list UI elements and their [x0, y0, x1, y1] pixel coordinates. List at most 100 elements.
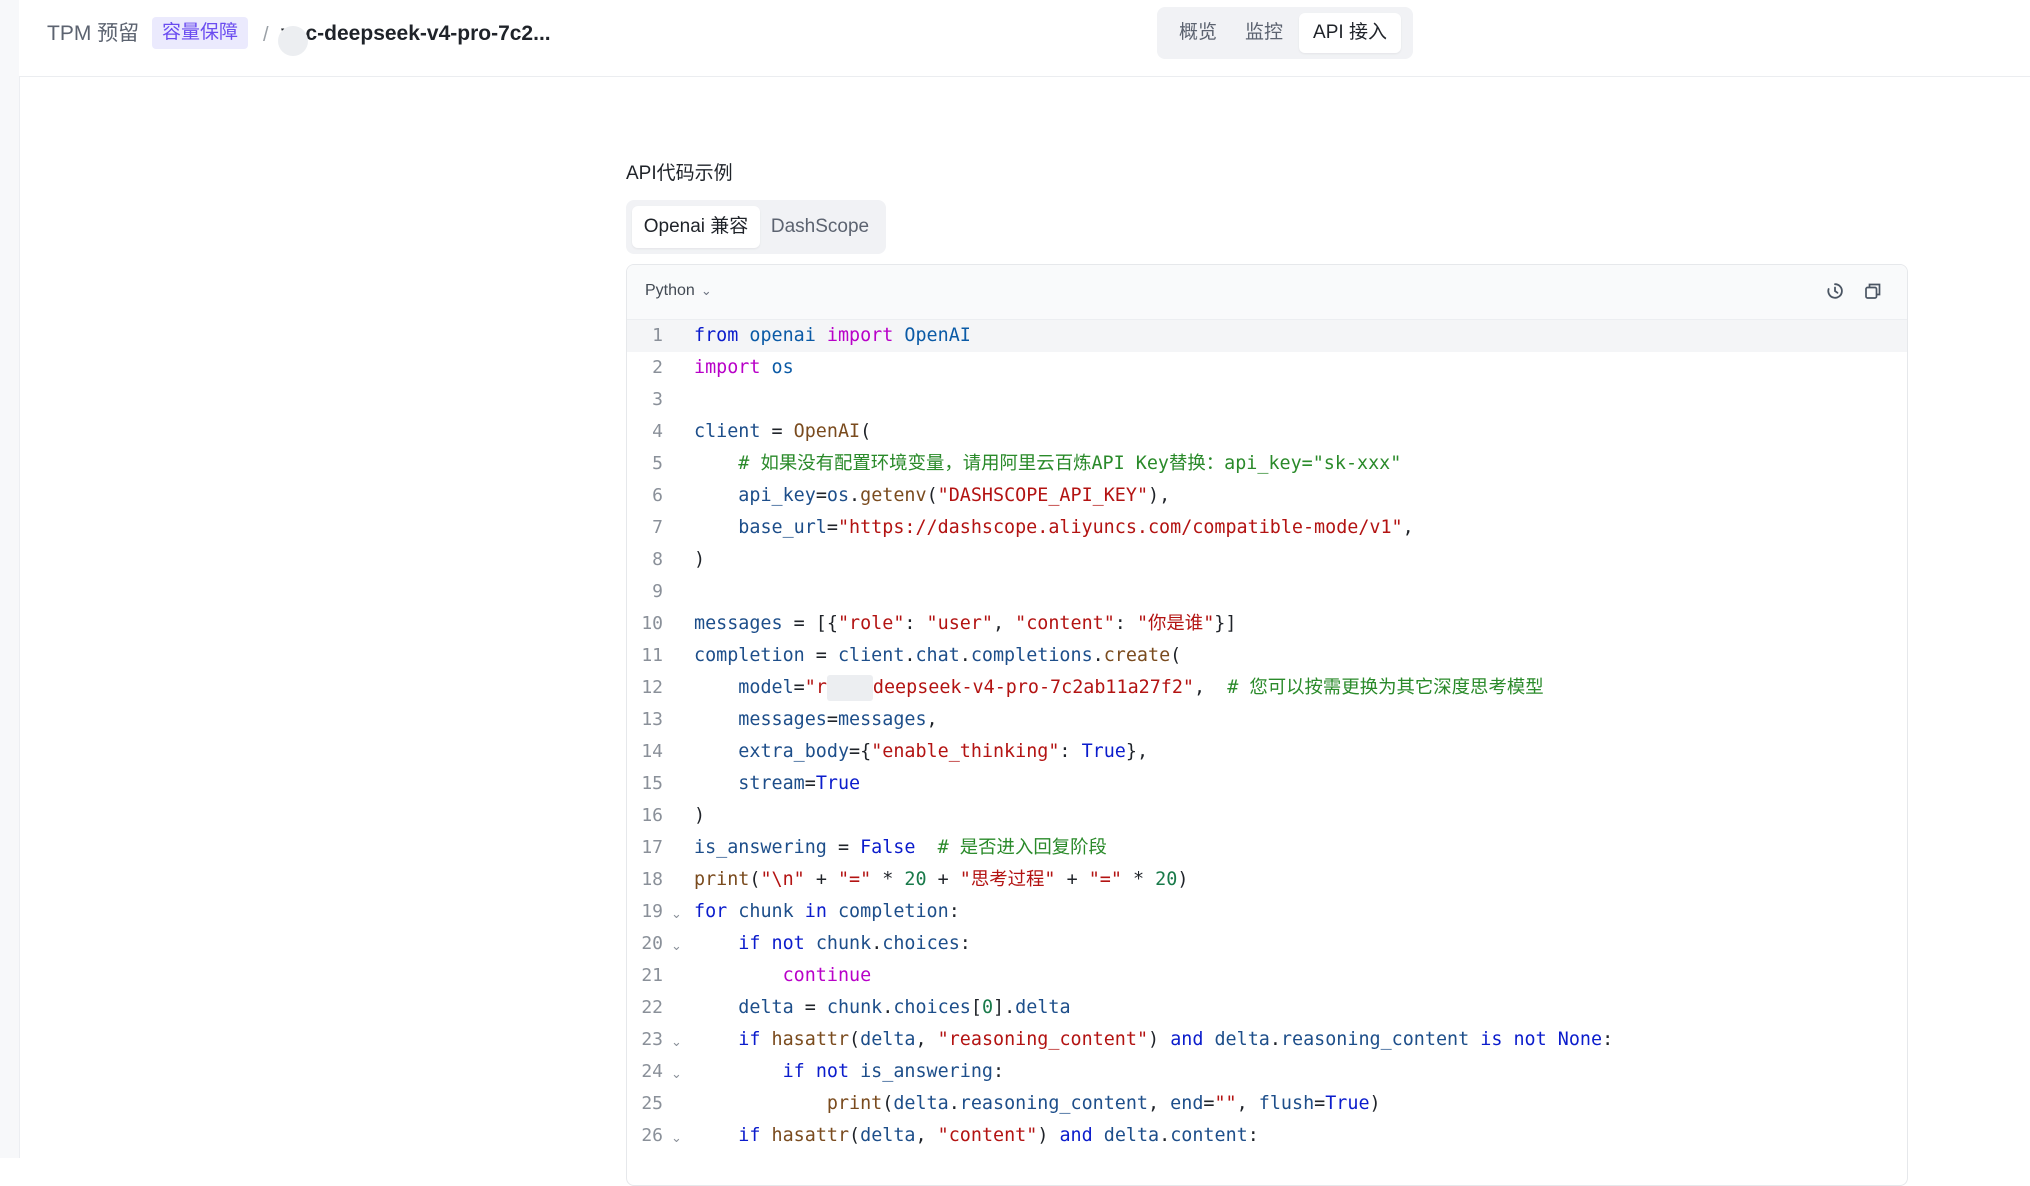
code-token: delta: [860, 1125, 916, 1146]
code-text: extra_body={"enable_thinking": True},: [694, 736, 1148, 768]
code-token: .: [904, 645, 916, 666]
code-text: messages=messages,: [694, 704, 937, 736]
code-token: +: [804, 869, 838, 890]
code-token: =: [793, 677, 805, 698]
code-token: (: [882, 1093, 894, 1114]
code-token: .: [1092, 645, 1104, 666]
line-number: 20: [641, 933, 663, 954]
line-number: 13: [641, 709, 663, 730]
code-token: .: [871, 933, 883, 954]
language-select[interactable]: Python ⌄: [645, 279, 712, 303]
code-token: (: [1170, 645, 1182, 666]
page-tabs: 概览 监控 API 接入: [1157, 7, 1413, 59]
code-token: .: [882, 997, 894, 1018]
code-line: 26 ⌄ if hasattr(delta, "content") and del…: [627, 1120, 1907, 1152]
code-token: ={: [849, 741, 872, 762]
line-number: 8: [652, 549, 663, 570]
line-number: 4: [652, 421, 663, 442]
code-token: completion: [837, 901, 949, 922]
fold-chevron-icon[interactable]: ⌄: [671, 928, 682, 960]
code-token: True: [815, 773, 861, 794]
code-line: 23 ⌄ if hasattr(delta, "reasoning_content…: [627, 1024, 1907, 1056]
code-editor[interactable]: 1 from openai import OpenAI 2 import os 3 4 cl…: [627, 320, 1907, 1185]
code-token: # 是否进入回复阶段: [937, 837, 1107, 858]
code-token: chunk: [826, 997, 883, 1018]
code-token: (: [749, 869, 761, 890]
line-number: 16: [641, 805, 663, 826]
code-line: 2 import os: [627, 352, 1907, 384]
code-text: ): [694, 544, 705, 576]
code-token: chat: [915, 645, 960, 666]
code-token: and: [1170, 1029, 1204, 1050]
code-token: ,: [915, 1125, 938, 1146]
code-token: ,: [1236, 1093, 1259, 1114]
code-token: chunk: [815, 933, 872, 954]
left-rail: [0, 0, 20, 1158]
code-line: 1 from openai import OpenAI: [627, 320, 1907, 352]
fold-chevron-icon[interactable]: ⌄: [671, 1120, 682, 1152]
code-token: OpenAI: [904, 325, 971, 346]
line-number: 12: [641, 677, 663, 698]
breadcrumb-current[interactable]: v -c-deepseek-v4-pro-7c2...: [281, 20, 551, 48]
code-text: if hasattr(delta, "reasoning_content") a…: [694, 1024, 1613, 1056]
redaction-mask: [278, 26, 308, 56]
tab-dashscope[interactable]: DashScope: [760, 206, 880, 248]
code-header: Python ⌄: [627, 265, 1907, 320]
code-line: 20 ⌄ if not chunk.choices:: [627, 928, 1907, 960]
tab-monitoring[interactable]: 监控: [1233, 13, 1295, 53]
copy-icon[interactable]: [1863, 281, 1883, 301]
code-token: content: [1170, 1125, 1248, 1146]
code-card: Python ⌄ 1 from openai import OpenAI 2 impor…: [626, 264, 1908, 1186]
code-token: .: [1159, 1125, 1171, 1146]
code-token: client: [694, 421, 761, 442]
code-token: end: [1170, 1093, 1204, 1114]
code-token: True: [1081, 741, 1126, 762]
line-number: 11: [641, 645, 663, 666]
code-token: messages: [738, 709, 827, 730]
code-text: if hasattr(delta, "content") and delta.c…: [694, 1120, 1259, 1152]
fold-chevron-icon[interactable]: ⌄: [671, 896, 682, 928]
fold-chevron-icon[interactable]: ⌄: [671, 1056, 682, 1088]
tab-openai-compatible[interactable]: Openai 兼容: [632, 206, 760, 248]
history-icon[interactable]: [1825, 281, 1845, 301]
code-token: =: [1203, 1093, 1215, 1114]
code-token: .: [959, 645, 971, 666]
code-token: client: [837, 645, 905, 666]
code-token: :: [1602, 1029, 1614, 1050]
line-number: 15: [641, 773, 663, 794]
code-token: =: [793, 997, 827, 1018]
code-token: ),: [1148, 485, 1171, 506]
tab-api-access[interactable]: API 接入: [1299, 13, 1401, 53]
code-line: 9: [627, 576, 1907, 608]
code-token: delta: [1103, 1125, 1160, 1146]
line-number: 17: [641, 837, 663, 858]
line-number: 6: [652, 485, 663, 506]
line-number: 5: [652, 453, 663, 474]
code-text: model="r deepseek-v4-pro-7c2ab11a27f2", #…: [694, 672, 1544, 704]
code-token: :: [1247, 1125, 1259, 1146]
code-token: "role": [837, 613, 905, 634]
code-token: "content": [1015, 613, 1115, 634]
code-token: reasoning_content: [1280, 1029, 1470, 1050]
code-token: "enable_thinking": [871, 741, 1060, 762]
code-token: +: [926, 869, 960, 890]
code-token: "\n": [760, 869, 805, 890]
code-token: *: [1121, 869, 1156, 890]
fold-chevron-icon[interactable]: ⌄: [671, 1024, 682, 1056]
code-token: not: [815, 1061, 850, 1082]
code-token: =: [1314, 1093, 1326, 1114]
code-token: extra_body: [738, 741, 850, 762]
code-token: chunk: [738, 901, 794, 922]
code-token: if: [782, 1061, 805, 1082]
code-text: client = OpenAI(: [694, 416, 871, 448]
code-token: delta: [893, 1093, 949, 1114]
tab-overview[interactable]: 概览: [1163, 13, 1233, 53]
code-token: =: [760, 421, 794, 442]
